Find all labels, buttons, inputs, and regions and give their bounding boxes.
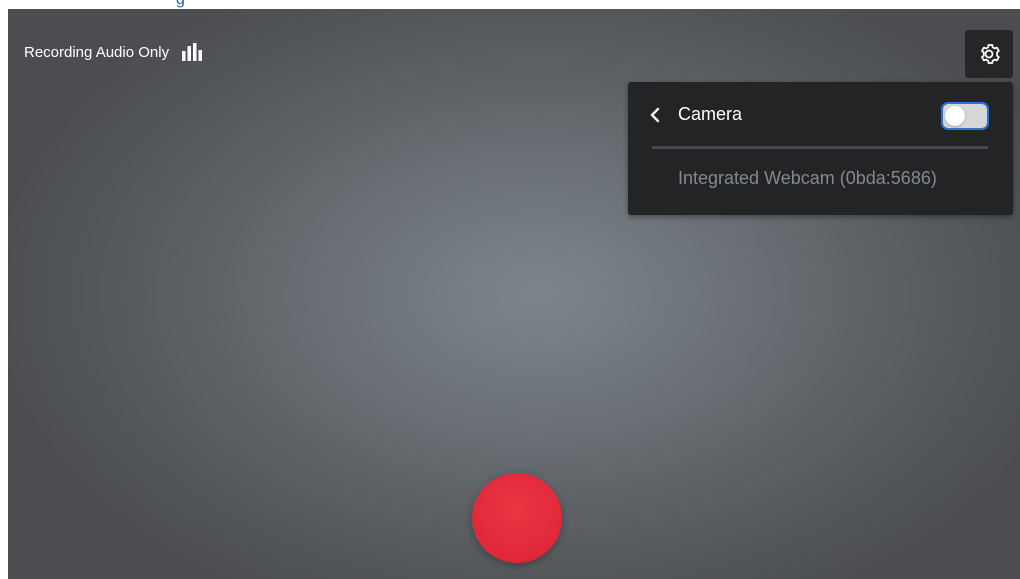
menu-divider — [652, 146, 988, 149]
settings-button[interactable] — [965, 30, 1013, 78]
camera-menu-header: Camera — [628, 82, 1013, 148]
camera-option-integrated-webcam[interactable]: Integrated Webcam (0bda:5686) — [678, 168, 937, 189]
camera-menu: Camera Integrated Webcam (0bda:5686) — [628, 82, 1013, 215]
camera-toggle[interactable] — [941, 102, 989, 130]
recording-status-label: Recording Audio Only — [24, 43, 170, 61]
record-button[interactable] — [472, 473, 562, 563]
recorder-page: g Recording Audio Only Camera — [0, 0, 1020, 579]
top-strip-text: g — [176, 0, 185, 9]
chevron-left-icon[interactable] — [648, 106, 662, 124]
recording-status: Recording Audio Only — [24, 43, 203, 61]
camera-menu-title: Camera — [678, 104, 743, 124]
top-strip: g — [0, 0, 1020, 9]
camera-toggle-knob — [945, 106, 965, 126]
recorder-stage: Recording Audio Only Camera Integrated W… — [8, 9, 1020, 579]
audio-level-bars-icon — [182, 43, 203, 61]
gear-icon — [981, 44, 1000, 64]
